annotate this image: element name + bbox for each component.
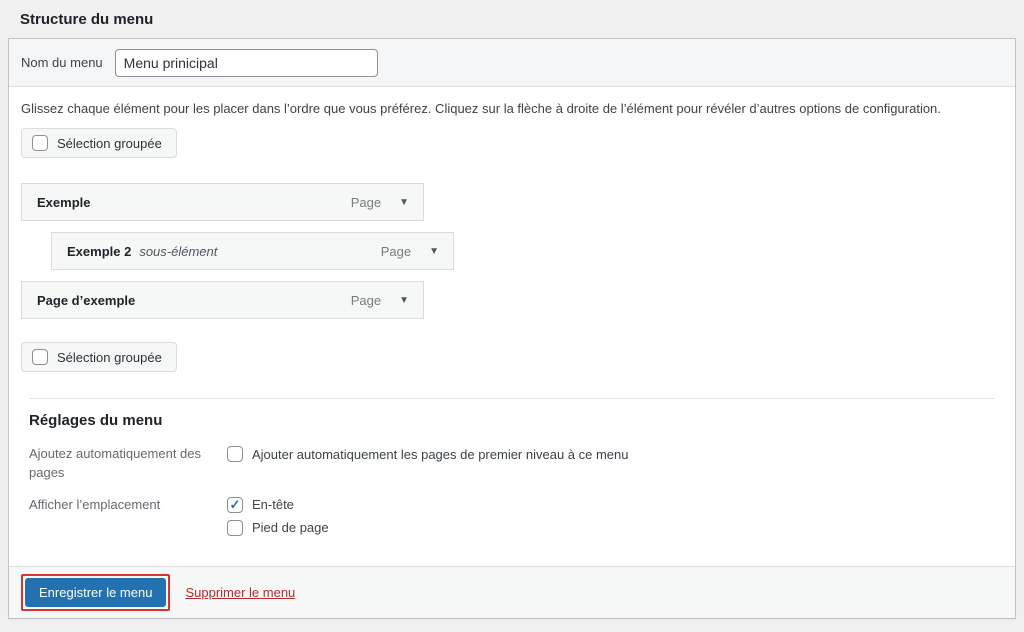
menu-item-type-label: Page <box>350 194 382 210</box>
auto-add-pages-checkbox[interactable] <box>227 446 243 462</box>
delete-menu-link[interactable]: Supprimer le menu <box>185 585 295 600</box>
bulk-select-toggle-bottom[interactable]: Sélection groupée <box>21 342 177 372</box>
menu-item-type-label: Page <box>350 292 382 308</box>
menu-item[interactable]: Page d’exemple Page ▼ <box>21 281 424 319</box>
auto-add-pages-option[interactable]: Ajouter automatiquement les pages de pre… <box>227 446 629 462</box>
menu-structure-body: Glissez chaque élément pour les placer d… <box>9 101 1015 543</box>
display-location-option-label: Pied de page <box>252 520 329 536</box>
bulk-select-checkbox-bottom[interactable] <box>32 349 48 365</box>
page-title: Structure du menu <box>20 11 154 28</box>
display-location-row: Afficher l’emplacement En-tête Pied de pa… <box>21 496 1003 543</box>
panel-footer: Enregistrer le menu Supprimer le menu <box>9 565 1015 618</box>
page: Structure du menu Nom du menu Glissez ch… <box>0 0 1024 619</box>
bulk-select-toggle-top[interactable]: Sélection groupée <box>21 128 177 158</box>
chevron-down-icon[interactable]: ▼ <box>399 295 409 306</box>
unchecked-checkbox[interactable] <box>227 519 243 536</box>
chevron-down-icon[interactable]: ▼ <box>429 246 439 257</box>
menu-item-title: Exemple <box>37 194 91 210</box>
menu-name-row: Nom du menu <box>9 39 1015 87</box>
auto-add-pages-label: Ajoutez automatiquement des pages <box>29 446 201 480</box>
menu-editor-panel: Nom du menu Glissez chaque élément pour … <box>8 38 1016 619</box>
menu-settings-heading: Réglages du menu <box>29 412 163 429</box>
menu-item-sub-label: sous-élément <box>139 243 218 259</box>
display-location-option[interactable]: En-tête <box>227 496 329 513</box>
menu-item-type-label: Page <box>380 243 412 259</box>
menu-name-input[interactable] <box>114 48 378 77</box>
display-location-field: En-tête Pied de page <box>227 496 329 543</box>
bulk-select-label: Sélection groupée <box>57 135 162 151</box>
bulk-select-checkbox-top[interactable] <box>32 135 48 151</box>
menu-item-title: Page d’exemple <box>37 292 136 308</box>
auto-add-pages-field: Ajouter automatiquement les pages de pre… <box>227 445 629 483</box>
display-location-label: Afficher l’emplacement <box>29 496 161 512</box>
checked-checkbox[interactable] <box>227 496 243 513</box>
save-button-annotation-box: Enregistrer le menu <box>21 573 171 611</box>
auto-add-pages-row: Ajoutez automatiquement des pages Ajoute… <box>21 445 1003 483</box>
menu-name-label: Nom du menu <box>21 55 103 70</box>
menu-item-right: Page ▼ <box>351 195 409 210</box>
display-location-option[interactable]: Pied de page <box>227 519 329 536</box>
chevron-down-icon[interactable]: ▼ <box>399 197 409 208</box>
bulk-select-label: Sélection groupée <box>57 349 162 365</box>
menu-item[interactable]: Exemple Page ▼ <box>21 183 424 221</box>
menu-item[interactable]: Exemple 2 sous-élément Page ▼ <box>51 232 454 270</box>
menu-items-list: Exemple Page ▼ Exemple 2 sous-élément Page ▼ Pa… <box>21 183 1003 319</box>
display-location-option-label: En-tête <box>252 497 294 513</box>
save-menu-button[interactable]: Enregistrer le menu <box>25 577 167 607</box>
auto-add-pages-option-label: Ajouter automatiquement les pages de pre… <box>252 446 629 462</box>
instructions-text: Glissez chaque élément pour les placer d… <box>21 101 941 116</box>
menu-item-right: Page ▼ <box>381 244 439 259</box>
menu-item-title: Exemple 2 <box>67 243 132 259</box>
menu-item-right: Page ▼ <box>351 293 409 308</box>
